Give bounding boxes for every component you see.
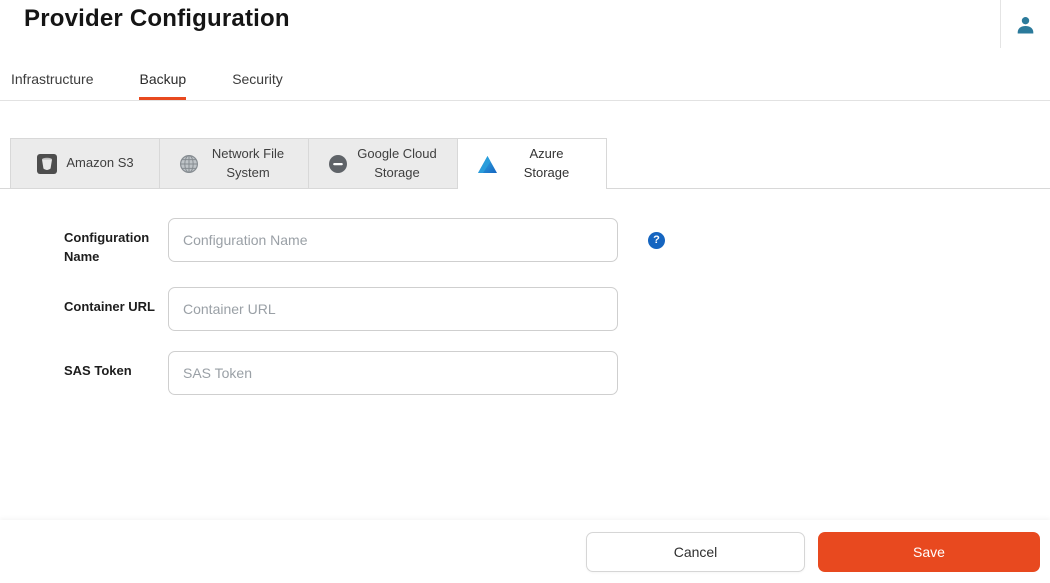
nav-tab-infrastructure[interactable]: Infrastructure	[11, 60, 93, 100]
provider-tab-azure-storage[interactable]: Azure Storage	[457, 138, 607, 189]
nav-tab-security[interactable]: Security	[232, 60, 283, 100]
configuration-name-label: Configuration Name	[64, 218, 168, 267]
nav-tab-backup[interactable]: Backup	[139, 60, 186, 100]
provider-tab-network-file-system[interactable]: Network File System	[159, 138, 309, 189]
sas-token-input[interactable]	[168, 351, 618, 395]
page-title: Provider Configuration	[24, 5, 290, 33]
provider-tab-label: Amazon S3	[66, 154, 133, 173]
nav-tab-label: Backup	[139, 71, 186, 87]
network-file-system-icon	[179, 154, 199, 174]
user-icon[interactable]	[1016, 15, 1035, 34]
form-row-configuration-name: Configuration Name ?	[64, 218, 665, 267]
footer-actions: Cancel Save	[0, 520, 1050, 583]
provider-tab-label: Azure Storage	[506, 145, 588, 183]
primary-nav: Infrastructure Backup Security	[0, 60, 1050, 101]
nav-tab-label: Security	[232, 71, 283, 87]
cancel-button[interactable]: Cancel	[586, 532, 805, 572]
container-url-input[interactable]	[168, 287, 618, 331]
container-url-label: Container URL	[64, 287, 168, 317]
provider-configuration-page: Provider Configuration Infrastructure Ba…	[0, 0, 1050, 583]
configuration-name-input[interactable]	[168, 218, 618, 262]
header-user-area	[1000, 0, 1050, 48]
amazon-s3-icon	[36, 153, 58, 175]
provider-tab-amazon-s3[interactable]: Amazon S3	[10, 138, 160, 189]
provider-tabs: Amazon S3 Network File System Google Clo…	[0, 138, 1050, 189]
azure-storage-icon	[477, 155, 498, 174]
provider-tab-label: Network File System	[207, 145, 289, 183]
google-cloud-storage-icon	[328, 154, 348, 174]
form-row-container-url: Container URL	[64, 287, 665, 331]
provider-tab-google-cloud-storage[interactable]: Google Cloud Storage	[308, 138, 458, 189]
save-button[interactable]: Save	[818, 532, 1040, 572]
sas-token-label: SAS Token	[64, 351, 168, 381]
help-icon[interactable]: ?	[648, 232, 665, 249]
form-row-sas-token: SAS Token	[64, 351, 665, 395]
azure-storage-form: Configuration Name ? Container URL SAS T…	[64, 218, 665, 415]
nav-tab-label: Infrastructure	[11, 71, 93, 87]
provider-tab-label: Google Cloud Storage	[356, 145, 438, 183]
